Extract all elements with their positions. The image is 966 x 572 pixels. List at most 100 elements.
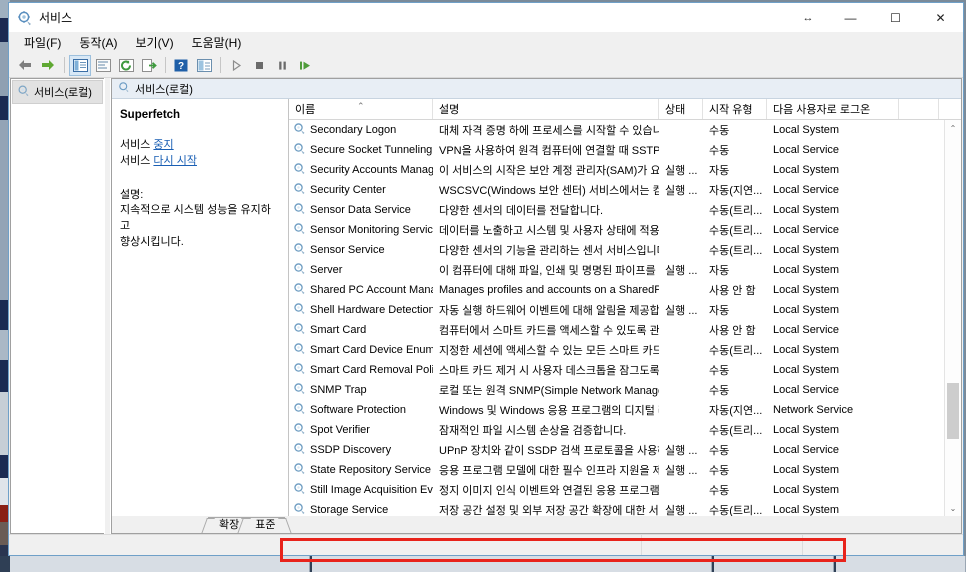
cell-log-on-as: Local System (773, 204, 840, 216)
cell-startup-type: 자동(지연... (709, 405, 763, 417)
scroll-down-arrow-icon[interactable]: ⌄ (945, 500, 961, 516)
cell-service-name: Spot Verifier (289, 422, 433, 438)
export-list-icon[interactable] (138, 55, 160, 76)
table-row[interactable]: SSDP Discovery UPnP 장치와 같이 SSDP 검색 프로토콜을 … (289, 440, 961, 460)
service-name-text: Spot Verifier (310, 424, 370, 436)
cell-service-name: State Repository Service (289, 462, 433, 478)
restart-service-link[interactable]: 다시 시작 (153, 155, 197, 167)
table-row[interactable]: SNMP Trap 로컬 또는 원격 SNMP(Simple Network Ma… (289, 380, 961, 400)
table-row[interactable]: Shared PC Account Manager Manages profile… (289, 280, 961, 300)
table-row[interactable]: Shell Hardware Detection 자동 실행 하드웨어 이벤트에 … (289, 300, 961, 320)
pause-service-icon[interactable] (271, 55, 293, 76)
table-row[interactable]: Smart Card Device Enumer... 지정한 세션에 액세스할 … (289, 340, 961, 360)
cell-log-on-as: Local System (773, 464, 840, 476)
cell-log-on-as: Local Service (773, 324, 840, 336)
cell-service-name: Software Protection (289, 402, 433, 418)
service-gear-icon (293, 402, 306, 418)
service-gear-icon (293, 262, 306, 278)
menu-file[interactable]: 파일(F) (15, 32, 70, 53)
table-row[interactable]: Smart Card Removal Policy 스마트 카드 제거 시 사용자… (289, 360, 961, 380)
show-hide-console-tree-icon[interactable] (69, 54, 91, 76)
table-row[interactable]: Smart Card 컴퓨터에서 스마트 카드를 액세스할 수 있도록 관리...… (289, 320, 961, 340)
tab-extended-label: 확장 (219, 519, 240, 531)
table-row[interactable]: Sensor Monitoring Service 데이터를 노출하고 시스템 및… (289, 220, 961, 240)
service-gear-icon (293, 162, 306, 178)
back-icon[interactable] (14, 55, 36, 76)
separator-2 (165, 57, 166, 73)
column-status[interactable]: 상태 (659, 99, 703, 119)
column-description[interactable]: 설명 (433, 99, 659, 119)
maximize-button[interactable]: ☐ (873, 3, 918, 32)
table-row[interactable]: Software Protection Windows 및 Windows 응용 … (289, 400, 961, 420)
stop-service-link[interactable]: 중지 (153, 139, 173, 151)
tree-node-services-local[interactable]: 서비스(로컬) (12, 80, 103, 104)
column-startup-type[interactable]: 시작 유형 (703, 99, 767, 119)
show-hide-action-pane-icon[interactable] (193, 55, 215, 76)
detail-header-icon (118, 81, 130, 96)
menu-help[interactable]: 도움말(H) (183, 32, 251, 53)
cell-service-name: Shared PC Account Manager (289, 282, 433, 298)
cell-service-name: Secure Socket Tunneling P... (289, 142, 433, 158)
stop-service-icon[interactable] (248, 55, 270, 76)
column-spacer[interactable] (899, 99, 939, 119)
service-name-text: SSDP Discovery (310, 444, 392, 456)
menu-view[interactable]: 보기(V) (126, 32, 182, 53)
service-name-text: Secondary Logon (310, 124, 397, 136)
forward-icon[interactable] (37, 55, 59, 76)
properties-icon[interactable] (92, 55, 114, 76)
service-gear-icon (293, 242, 306, 258)
service-name-text: Smart Card Device Enumer... (310, 344, 433, 356)
column-log-on-as[interactable]: 다음 사용자로 로그온 (767, 99, 899, 119)
cell-description: 다양한 센서의 기능을 관리하는 센서 서비스입니다. ... (439, 245, 659, 257)
cell-log-on-as: Network Service (773, 404, 854, 416)
table-row[interactable]: Secure Socket Tunneling P... VPN을 사용하여 원격… (289, 140, 961, 160)
cell-log-on-as: Local System (773, 484, 840, 496)
cell-startup-type: 수동(트리... (709, 345, 763, 357)
scroll-up-arrow-icon[interactable]: ⌃ (945, 120, 961, 136)
help-icon[interactable]: ? (170, 55, 192, 76)
table-row[interactable]: Sensor Data Service 다양한 센서의 데이터를 전달합니다. 수동… (289, 200, 961, 220)
table-row[interactable]: Still Image Acquisition Eve... 정지 이미지 인식 … (289, 480, 961, 500)
status-cell-1 (641, 535, 802, 555)
table-row[interactable]: Spot Verifier 잠재적인 파일 시스템 손상을 검증합니다. 수동(트리… (289, 420, 961, 440)
cell-status: 실행 ... (665, 445, 698, 457)
cell-description: Manages profiles and accounts on a Share… (439, 284, 659, 296)
window-controls: ↔ — ☐ ✕ (788, 3, 963, 32)
column-startup-type-label: 시작 유형 (709, 104, 753, 116)
service-name-text: Smart Card (310, 324, 367, 336)
tab-standard[interactable]: 표준 (244, 517, 285, 533)
cell-startup-type: 수동(트리... (709, 225, 763, 237)
cell-service-name: Smart Card Device Enumer... (289, 342, 433, 358)
close-button[interactable]: ✕ (918, 3, 963, 32)
separator-1 (64, 57, 65, 73)
resize-handle-icon[interactable]: ↔ (788, 3, 828, 32)
minimize-button[interactable]: — (828, 3, 873, 32)
cell-service-name: Sensor Monitoring Service (289, 222, 433, 238)
cell-description: 이 서비스의 시작은 보안 계정 관리자(SAM)가 요청... (439, 165, 659, 177)
restart-service-icon[interactable] (294, 55, 316, 76)
table-row[interactable]: Security Center WSCSVC(Windows 보안 센터) 서비스… (289, 180, 961, 200)
service-name-text: Software Protection (310, 404, 406, 416)
table-row[interactable]: Server 이 컴퓨터에 대해 파일, 인쇄 및 명명된 파이프를 네... 실행… (289, 260, 961, 280)
table-row[interactable]: Secondary Logon 대체 자격 증명 하에 프로세스를 시작할 수 있… (289, 120, 961, 140)
cell-startup-type: 자동 (709, 305, 730, 317)
table-row[interactable]: Security Accounts Manager 이 서비스의 시작은 보안 계… (289, 160, 961, 180)
scrollbar-thumb[interactable] (947, 383, 959, 439)
column-name[interactable]: 이름 ⌃ (289, 99, 433, 119)
stop-service-prefix: 서비스 (120, 138, 154, 151)
pane-splitter[interactable] (104, 78, 111, 534)
cell-description: 로컬 또는 원격 SNMP(Simple Network Managemen..… (439, 385, 659, 397)
start-service-icon[interactable] (225, 55, 247, 76)
cell-service-name: SSDP Discovery (289, 442, 433, 458)
service-name-text: SNMP Trap (310, 384, 367, 396)
table-row[interactable]: Storage Service 저장 공간 설정 및 외부 저장 공간 확장에 대… (289, 500, 961, 516)
column-name-label: 이름 (295, 104, 316, 116)
refresh-icon[interactable] (115, 55, 137, 76)
cell-description: 컴퓨터에서 스마트 카드를 액세스할 수 있도록 관리... (439, 325, 659, 337)
table-row[interactable]: State Repository Service 응용 프로그램 모델에 대한 필… (289, 460, 961, 480)
service-name-text: Storage Service (310, 504, 389, 516)
menu-action[interactable]: 동작(A) (70, 32, 126, 53)
vertical-scrollbar[interactable]: ⌃ ⌄ (944, 120, 961, 516)
table-row[interactable]: Sensor Service 다양한 센서의 기능을 관리하는 센서 서비스입니다… (289, 240, 961, 260)
service-name-text: Sensor Monitoring Service (310, 224, 433, 236)
